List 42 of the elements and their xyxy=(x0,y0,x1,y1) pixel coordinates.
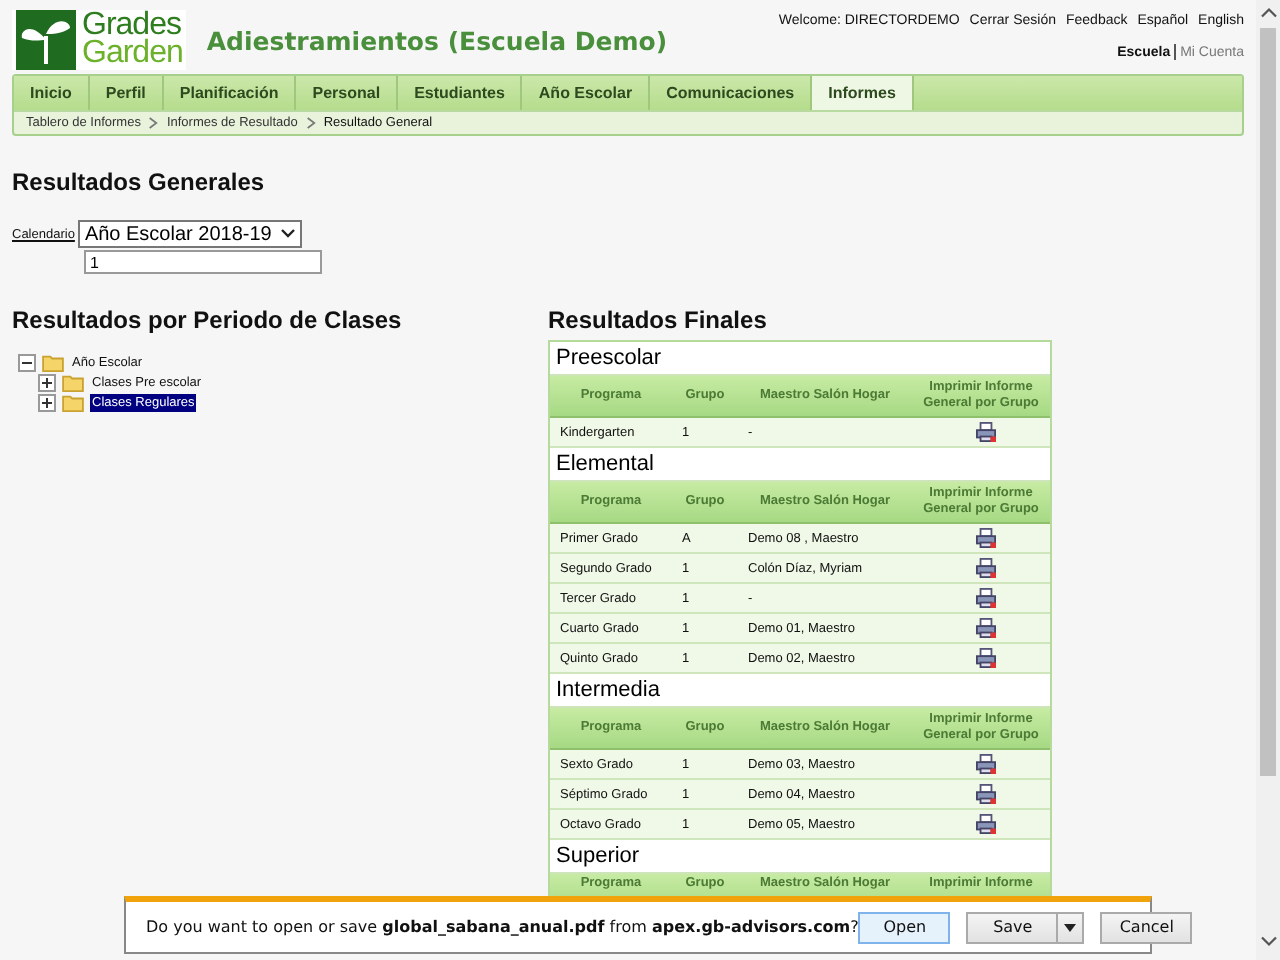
expand-icon[interactable] xyxy=(38,393,56,411)
calendar-select[interactable]: Año Escolar 2018-19 xyxy=(78,220,302,248)
printer-icon[interactable] xyxy=(976,588,996,608)
logo-text: Garden xyxy=(82,39,183,67)
printer-icon[interactable] xyxy=(976,558,996,578)
nav-tab[interactable]: Estudiantes xyxy=(398,76,523,110)
input-field[interactable]: 1 xyxy=(84,250,322,274)
nav-tab[interactable]: Planificación xyxy=(163,76,297,110)
cancel-button[interactable]: Cancel xyxy=(1100,911,1193,943)
nav-tab[interactable]: Año Escolar xyxy=(522,76,651,110)
section-title: Resultados Generales xyxy=(12,168,267,196)
folder-icon xyxy=(42,353,64,371)
nav-tab[interactable]: Perfil xyxy=(89,76,164,110)
scroll-down-icon[interactable] xyxy=(1259,934,1277,948)
printer-icon[interactable] xyxy=(976,422,996,442)
site-title: Adiestramientos (Escuela Demo) xyxy=(206,26,668,56)
chevron-icon xyxy=(148,116,159,130)
nav-tab[interactable]: Inicio xyxy=(14,76,90,110)
chevron-icon xyxy=(305,116,316,130)
save-menu-button[interactable] xyxy=(1058,911,1085,943)
scrollbar[interactable] xyxy=(1256,0,1280,960)
section-title: Resultados Finales xyxy=(548,306,769,334)
printer-icon[interactable] xyxy=(976,648,996,668)
section-title: Resultados por Periodo de Clases xyxy=(12,306,404,334)
dropdown-caret-icon[interactable] xyxy=(279,228,296,240)
printer-icon[interactable] xyxy=(976,784,996,804)
collapse-icon[interactable] xyxy=(18,353,36,371)
expand-icon[interactable] xyxy=(38,373,56,391)
printer-icon[interactable] xyxy=(976,814,996,834)
caret-icon xyxy=(1064,923,1077,931)
printer-icon[interactable] xyxy=(976,618,996,638)
printer-icon[interactable] xyxy=(976,528,996,548)
printer-icon[interactable] xyxy=(976,754,996,774)
folder-icon xyxy=(62,393,84,411)
nav-tab[interactable]: Personal xyxy=(296,76,399,110)
nav-tab[interactable]: Informes xyxy=(812,76,914,110)
open-button[interactable]: Open xyxy=(858,911,951,943)
save-button[interactable]: Save xyxy=(966,911,1059,943)
download-message: Do you want to open or save global_sabana_anual.pdf from apex.gb-advisors.com? xyxy=(146,918,859,936)
logo-text: Grades xyxy=(82,11,181,39)
scroll-up-icon[interactable] xyxy=(1259,6,1277,20)
folder-icon xyxy=(62,373,84,391)
